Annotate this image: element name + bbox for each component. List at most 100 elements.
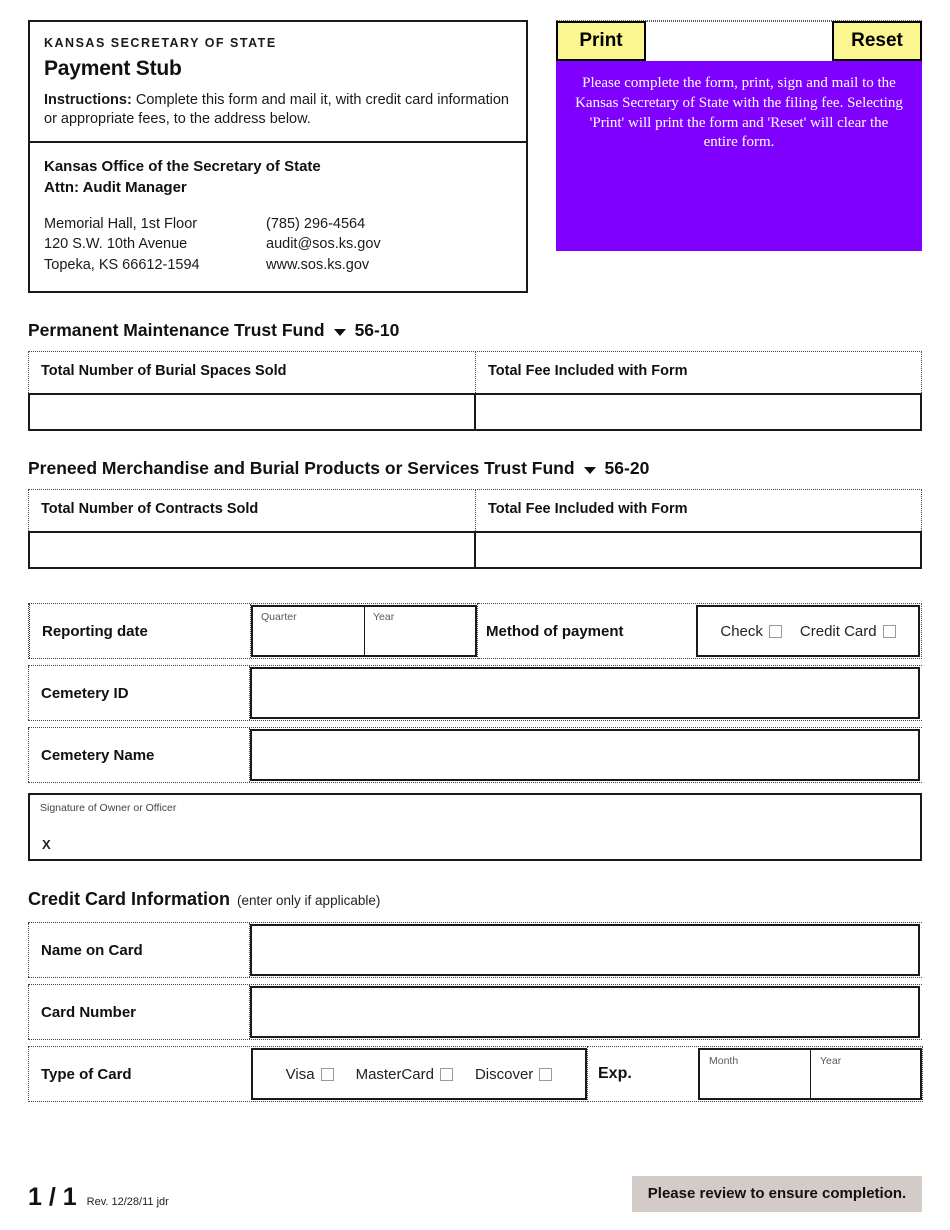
agency-info-box: KANSAS SECRETARY OF STATE Payment Stub I… bbox=[28, 20, 528, 294]
address-org-line2: Attn: Audit Manager bbox=[44, 178, 187, 196]
instructions-label: Instructions: bbox=[44, 92, 132, 108]
cemetery-name-label: Cemetery Name bbox=[28, 728, 250, 783]
reporting-date-group: Reporting date Quarter Year bbox=[28, 603, 478, 660]
page-footer: 1 / 1 Rev. 12/28/11 jdr Please review to… bbox=[28, 1176, 922, 1212]
expiration-input-group: Month Year bbox=[698, 1048, 922, 1101]
credit-card-checkbox-icon[interactable] bbox=[882, 624, 896, 638]
agency-name: KANSAS SECRETARY OF STATE bbox=[44, 36, 277, 50]
discover-option[interactable]: Discover bbox=[475, 1066, 553, 1083]
expiration-month-input[interactable]: Month bbox=[700, 1050, 810, 1098]
reporting-payment-row: Reporting date Quarter Year Method of pa… bbox=[28, 603, 922, 660]
fund-col2-header-1: Total Fee Included with Form bbox=[475, 352, 922, 394]
address-city-state-zip: Topeka, KS 66612-1594 bbox=[44, 256, 200, 273]
card-number-input[interactable] bbox=[250, 986, 920, 1039]
name-on-card-label: Name on Card bbox=[28, 923, 250, 978]
burial-spaces-sold-input[interactable] bbox=[28, 393, 475, 432]
fund2-total-fee-input[interactable] bbox=[475, 531, 922, 570]
type-of-card-label: Type of Card bbox=[41, 1065, 132, 1083]
signature-caption: Signature of Owner or Officer bbox=[40, 802, 177, 815]
credit-card-section-title: Credit Card Information (enter only if a… bbox=[28, 889, 922, 910]
fund-table-header-1: Total Number of Burial Spaces Sold Total… bbox=[28, 351, 922, 394]
name-on-card-input[interactable] bbox=[250, 924, 920, 977]
card-type-group: Type of Card Visa MasterCard Discover bbox=[28, 1046, 588, 1103]
fund-code-1: 56-10 bbox=[354, 320, 400, 341]
method-of-payment-label: Method of payment bbox=[486, 622, 624, 640]
expiration-month-label: Month bbox=[709, 1055, 739, 1068]
form-notice-text: Please complete the form, print, sign an… bbox=[556, 60, 922, 251]
credit-card-fields: Name on Card Card Number Type of Card Vi… bbox=[28, 922, 923, 1103]
form-actions-panel: Print Reset Please complete the form, pr… bbox=[556, 20, 922, 251]
credit-card-option[interactable]: Credit Card bbox=[800, 623, 896, 640]
check-option[interactable]: Check bbox=[720, 623, 782, 640]
cemetery-id-label: Cemetery ID bbox=[28, 666, 250, 721]
quarter-input[interactable]: Quarter bbox=[253, 607, 364, 655]
address-contact-column: (785) 296-4564 audit@sos.ks.gov www.sos.… bbox=[266, 214, 512, 276]
address-org-line1: Kansas Office of the Secretary of State bbox=[44, 158, 321, 176]
review-notice-badge: Please review to ensure completion. bbox=[632, 1176, 922, 1212]
payment-method-options: Check Credit Card bbox=[696, 605, 920, 658]
footer-left: 1 / 1 Rev. 12/28/11 jdr bbox=[28, 1183, 169, 1212]
mastercard-option-label: MasterCard bbox=[355, 1065, 434, 1083]
address-street1: Memorial Hall, 1st Floor bbox=[44, 215, 198, 232]
reset-button[interactable]: Reset bbox=[832, 21, 922, 61]
fund-section-title-1: Permanent Maintenance Trust Fund 56-10 bbox=[28, 320, 922, 341]
expiration-year-label: Year bbox=[819, 1055, 842, 1068]
fund-table-1: Total Number of Burial Spaces Sold Total… bbox=[28, 351, 922, 432]
check-option-label: Check bbox=[720, 622, 763, 640]
name-on-card-row: Name on Card bbox=[28, 922, 922, 979]
fund-table-2: Total Number of Contracts Sold Total Fee… bbox=[28, 489, 922, 570]
address-street-column: Memorial Hall, 1st Floor 120 S.W. 10th A… bbox=[44, 214, 266, 276]
type-of-card-row: Type of Card Visa MasterCard Discover Ex… bbox=[28, 1046, 923, 1103]
address-organization: Kansas Office of the Secretary of State … bbox=[44, 157, 512, 198]
visa-checkbox-icon[interactable] bbox=[320, 1067, 334, 1081]
address-street2: 120 S.W. 10th Avenue bbox=[44, 236, 188, 253]
fund-table-inputs-2 bbox=[28, 531, 922, 570]
mastercard-option[interactable]: MasterCard bbox=[356, 1066, 453, 1083]
card-number-row: Card Number bbox=[28, 984, 922, 1041]
header-area: KANSAS SECRETARY OF STATE Payment Stub I… bbox=[28, 20, 922, 294]
filing-details-block: Reporting date Quarter Year Method of pa… bbox=[28, 603, 922, 862]
signature-input[interactable]: Signature of Owner or Officer X bbox=[28, 793, 922, 862]
fund-table-inputs-1 bbox=[28, 393, 922, 432]
contact-phone: (785) 296-4564 bbox=[266, 215, 366, 232]
fund-col2-header-2: Total Fee Included with Form bbox=[475, 490, 922, 532]
triangle-down-icon bbox=[333, 329, 346, 337]
reporting-year-input[interactable]: Year bbox=[363, 607, 475, 656]
contact-website: www.sos.ks.gov bbox=[266, 256, 370, 273]
expiration-year-input[interactable]: Year bbox=[809, 1050, 920, 1099]
instructions-text: Instructions: Complete this form and mai… bbox=[44, 91, 512, 129]
quarter-year-input-group: Quarter Year bbox=[251, 605, 477, 658]
cemetery-name-input[interactable] bbox=[250, 729, 920, 782]
expiration-label: Exp. bbox=[598, 1065, 632, 1083]
fund1-total-fee-input[interactable] bbox=[475, 393, 922, 432]
fund-code-2: 56-20 bbox=[604, 458, 650, 479]
cemetery-name-row: Cemetery Name bbox=[28, 727, 922, 784]
cemetery-id-input[interactable] bbox=[250, 667, 920, 720]
mastercard-checkbox-icon[interactable] bbox=[439, 1067, 453, 1081]
print-button[interactable]: Print bbox=[556, 21, 646, 61]
check-checkbox-icon[interactable] bbox=[768, 624, 782, 638]
quarter-label: Quarter bbox=[261, 611, 297, 624]
cemetery-id-row: Cemetery ID bbox=[28, 665, 922, 722]
expiration-group: Exp. Month Year bbox=[588, 1046, 923, 1103]
discover-checkbox-icon[interactable] bbox=[539, 1067, 553, 1081]
page-title: Payment Stub bbox=[44, 57, 182, 80]
card-type-options: Visa MasterCard Discover bbox=[251, 1048, 587, 1101]
fund-col1-header-2: Total Number of Contracts Sold bbox=[28, 490, 475, 532]
contact-email: audit@sos.ks.gov bbox=[266, 236, 381, 253]
triangle-down-icon bbox=[583, 467, 596, 475]
visa-option[interactable]: Visa bbox=[286, 1066, 334, 1083]
fund-table-header-2: Total Number of Contracts Sold Total Fee… bbox=[28, 489, 922, 532]
contracts-sold-input[interactable] bbox=[28, 531, 475, 570]
credit-card-title-text: Credit Card Information bbox=[28, 889, 231, 910]
action-button-bar: Print Reset bbox=[556, 20, 922, 61]
visa-option-label: Visa bbox=[285, 1065, 315, 1083]
page-number: 1 / 1 bbox=[28, 1183, 77, 1211]
method-of-payment-group: Method of payment Check Credit Card bbox=[478, 603, 922, 660]
credit-card-option-label: Credit Card bbox=[799, 622, 877, 640]
card-number-label: Card Number bbox=[28, 985, 250, 1040]
form-page: KANSAS SECRETARY OF STATE Payment Stub I… bbox=[0, 0, 950, 1230]
revision-text: Rev. 12/28/11 jdr bbox=[86, 1196, 169, 1208]
mailing-address-block: Kansas Office of the Secretary of State … bbox=[30, 143, 526, 291]
button-bar-spacer bbox=[646, 21, 832, 61]
